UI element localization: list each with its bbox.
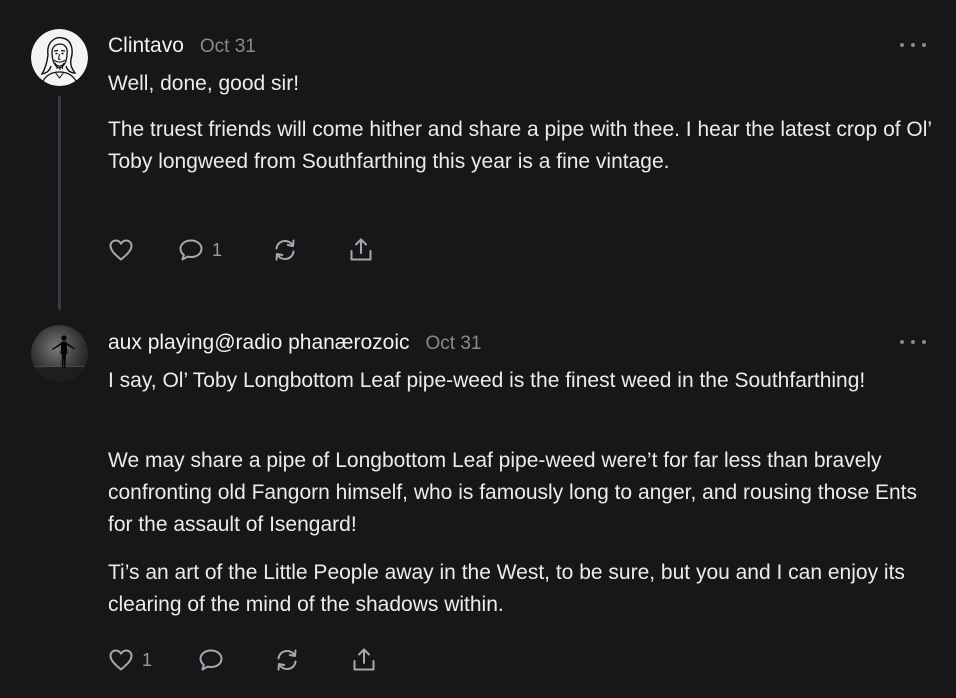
heart-icon xyxy=(109,649,133,671)
comment-paragraph: I say, Ol’ Toby Longbottom Leaf pipe-wee… xyxy=(108,369,866,392)
author-name[interactable]: aux playing@radio phanærozoic xyxy=(108,331,410,355)
refresh-arrows-icon xyxy=(275,239,295,261)
avatar[interactable] xyxy=(31,325,88,382)
author-name[interactable]: Clintavo xyxy=(108,34,184,58)
reply-count: 1 xyxy=(212,239,223,260)
like-button[interactable] xyxy=(106,235,142,265)
comment-paragraph: Well, done, good sir! xyxy=(108,72,300,95)
share-button[interactable] xyxy=(346,235,376,265)
heart-icon xyxy=(109,239,133,261)
comment-date[interactable]: Oct 31 xyxy=(200,36,256,58)
like-button[interactable]: 1 xyxy=(106,645,152,675)
comment-paragraph: We may share a pipe of Longbottom Leaf p… xyxy=(108,449,917,536)
like-count: 1 xyxy=(142,649,153,670)
portrait-sketch-icon xyxy=(31,29,88,86)
refresh-arrows-icon xyxy=(277,649,297,671)
reply-button[interactable] xyxy=(196,645,232,675)
restack-button[interactable] xyxy=(270,235,300,265)
speech-bubble-icon xyxy=(179,239,203,261)
share-upload-icon xyxy=(350,238,372,261)
more-dots-icon[interactable] xyxy=(900,336,926,348)
avatar[interactable] xyxy=(31,29,88,86)
share-button[interactable] xyxy=(349,645,379,675)
thread-connector-line xyxy=(58,96,61,310)
speech-bubble-icon xyxy=(199,649,223,671)
comment-paragraph: Ti’s an art of the Little People away in… xyxy=(108,561,905,616)
reply-button[interactable]: 1 xyxy=(176,235,222,265)
silhouette-figure-icon xyxy=(31,325,88,382)
comment-date[interactable]: Oct 31 xyxy=(426,333,482,355)
restack-button[interactable] xyxy=(272,645,302,675)
comment-header: aux playing@radio phanærozoic Oct 31 xyxy=(108,331,481,355)
share-upload-icon xyxy=(353,648,375,671)
comment-paragraph: The truest friends will come hither and … xyxy=(108,118,932,173)
comment-header: Clintavo Oct 31 xyxy=(108,34,256,58)
more-dots-icon[interactable] xyxy=(900,39,926,51)
